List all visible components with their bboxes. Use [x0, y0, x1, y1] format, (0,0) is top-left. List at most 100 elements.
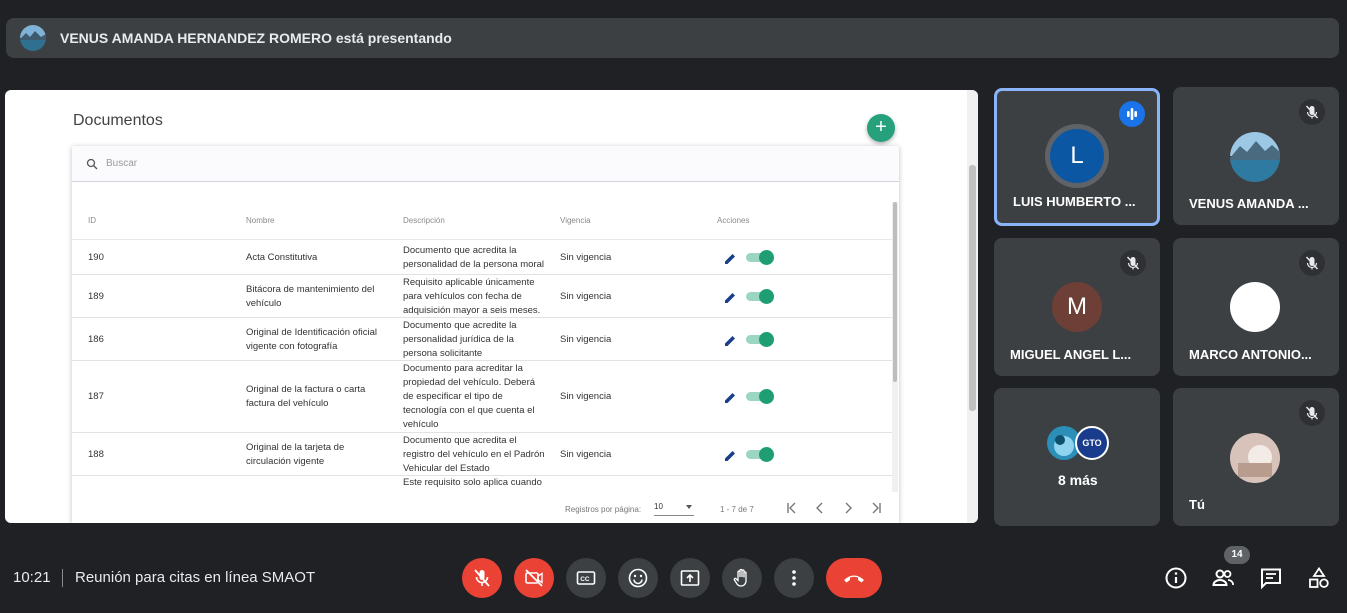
cell-nombre: Acta Constitutiva	[246, 251, 396, 265]
info-icon[interactable]	[1164, 566, 1188, 590]
cell-descripcion-line: Documento que acredite la	[403, 320, 517, 331]
page-scrollbar[interactable]	[967, 90, 978, 523]
column-header-vigencia: Vigencia	[560, 216, 591, 225]
mic-off-icon	[1299, 250, 1325, 276]
cell-descripcion-line: registro del vehículo en el Padrón	[403, 449, 545, 460]
avatar	[1230, 433, 1280, 483]
cell-descripcion-line: Vehicular del Estado	[403, 463, 490, 474]
edit-icon[interactable]	[723, 252, 737, 266]
participant-name: VENUS AMANDA ...	[1189, 196, 1309, 211]
cell-id: 186	[88, 334, 104, 345]
column-header-descripcion: Descripción	[403, 216, 445, 225]
end-call-button[interactable]	[826, 558, 882, 598]
cell-id: 189	[88, 291, 104, 302]
cell-descripcion-line: adquisición mayor a seis meses.	[403, 305, 541, 316]
others-tile[interactable]: GTO 8 más	[994, 388, 1160, 526]
cell-descripcion: Documento que acredita la personalidad de…	[403, 244, 559, 272]
cell-descripcion-line: Requisito aplicable únicamente	[403, 277, 535, 288]
cell-nombre: Original de Identificación oficial vigent…	[246, 326, 396, 354]
camera-toggle-button[interactable]	[514, 558, 554, 598]
svg-text:CC: CC	[580, 576, 590, 583]
avatar: L	[1050, 129, 1104, 183]
cell-nombre-line: factura del vehículo	[246, 398, 329, 409]
chevron-down-icon	[686, 505, 692, 509]
emoji-button[interactable]	[618, 558, 658, 598]
mic-off-icon	[1299, 99, 1325, 125]
participant-tile-marco[interactable]: MARCO ANTONIO...	[1173, 238, 1339, 376]
cell-nombre-line: Acta Constitutiva	[246, 252, 318, 263]
cell-vigencia: Sin vigencia	[560, 291, 612, 302]
search-icon	[86, 158, 98, 169]
cell-descripcion-line: personalidad jurídica de la	[403, 334, 514, 345]
status-toggle[interactable]	[746, 332, 774, 347]
cell-descripcion-line: Documento para acreditar la	[403, 363, 523, 374]
cell-descripcion: Documento que acredita el registro del ve…	[403, 434, 559, 476]
search-bar[interactable]	[72, 146, 899, 182]
clock: 10:21	[13, 569, 51, 586]
emoji-icon	[628, 568, 648, 588]
participant-tile-miguel[interactable]: M MIGUEL ANGEL L...	[994, 238, 1160, 376]
cell-descripcion: Documento para acreditar la propiedad del…	[403, 362, 559, 432]
chat-icon[interactable]	[1259, 566, 1283, 590]
participant-tile-venus[interactable]: VENUS AMANDA ...	[1173, 87, 1339, 225]
end-call-icon	[844, 575, 864, 583]
cell-descripcion-line: Documento que acredita la	[403, 245, 517, 256]
shared-screen: Documentos + ID Nombre Descripción Vigen…	[5, 90, 978, 523]
last-page-icon[interactable]	[868, 500, 884, 516]
status-toggle[interactable]	[746, 289, 774, 304]
people-icon[interactable]	[1211, 566, 1235, 590]
captions-icon: CC	[576, 571, 596, 585]
cell-nombre: Original de la factura o carta factura de…	[246, 383, 396, 411]
activities-icon[interactable]	[1307, 566, 1331, 590]
speaking-indicator-icon	[1119, 101, 1145, 127]
table-row: 187 Original de la factura o carta factura…	[72, 361, 892, 433]
cell-descripcion: Este requisito solo aplica cuando	[403, 477, 542, 488]
cell-descripcion: Documento que acredite la personalidad ju…	[403, 319, 559, 361]
cell-descripcion-line: de especificar el tipo de	[403, 391, 503, 402]
next-page-icon[interactable]	[840, 500, 856, 516]
mic-off-icon	[1120, 250, 1146, 276]
previous-page-icon[interactable]	[812, 500, 828, 516]
search-input[interactable]	[106, 158, 406, 169]
table-scrollbar[interactable]	[892, 202, 898, 492]
raise-hand-button[interactable]	[722, 558, 762, 598]
table-row: 186 Original de Identificación oficial vig…	[72, 318, 892, 361]
mic-off-icon	[1299, 400, 1325, 426]
table-row: 190 Acta Constitutiva Documento que acredi…	[72, 240, 892, 275]
first-page-icon[interactable]	[784, 500, 800, 516]
avatar	[1230, 282, 1280, 332]
mic-toggle-button[interactable]	[462, 558, 502, 598]
status-toggle[interactable]	[746, 389, 774, 404]
cell-vigencia: Sin vigencia	[560, 449, 612, 460]
raise-hand-icon	[733, 568, 747, 587]
per-page-value: 10	[654, 502, 663, 511]
captions-button[interactable]: CC	[566, 558, 606, 598]
cell-descripcion-line: propiedad del vehículo. Deberá	[403, 377, 536, 388]
cell-descripcion-line: personalidad de la persona moral	[403, 259, 545, 270]
status-toggle[interactable]	[746, 250, 774, 265]
cell-descripcion-line: Documento que acredita el	[403, 435, 517, 446]
edit-icon[interactable]	[723, 291, 737, 305]
add-document-button[interactable]: +	[867, 114, 895, 142]
status-toggle[interactable]	[746, 447, 774, 462]
cell-nombre-line: vigente con fotografía	[246, 341, 338, 352]
page-title: Documentos	[73, 112, 163, 129]
presenter-avatar	[20, 25, 46, 51]
documents-table-card: ID Nombre Descripción Vigencia Acciones …	[72, 146, 899, 523]
edit-icon[interactable]	[723, 334, 737, 348]
column-header-acciones: Acciones	[717, 216, 750, 225]
others-count: 8 más	[1058, 472, 1098, 488]
edit-icon[interactable]	[723, 391, 737, 405]
participant-tile-luis[interactable]: L LUIS HUMBERTO ...	[994, 88, 1160, 226]
cell-id: 187	[88, 391, 104, 402]
cell-descripcion-line: tecnología con el que cuenta el	[403, 405, 535, 416]
cell-nombre-line: Bitácora de mantenimiento del	[246, 284, 375, 295]
presenter-text: VENUS AMANDA HERNANDEZ ROMERO está prese…	[60, 30, 452, 46]
cell-vigencia: Sin vigencia	[560, 391, 612, 402]
per-page-select[interactable]: 10	[654, 502, 694, 516]
mic-off-icon	[474, 569, 490, 587]
more-options-button[interactable]	[774, 558, 814, 598]
participant-tile-self[interactable]: Tú	[1173, 388, 1339, 526]
edit-icon[interactable]	[723, 449, 737, 463]
present-button[interactable]	[670, 558, 710, 598]
